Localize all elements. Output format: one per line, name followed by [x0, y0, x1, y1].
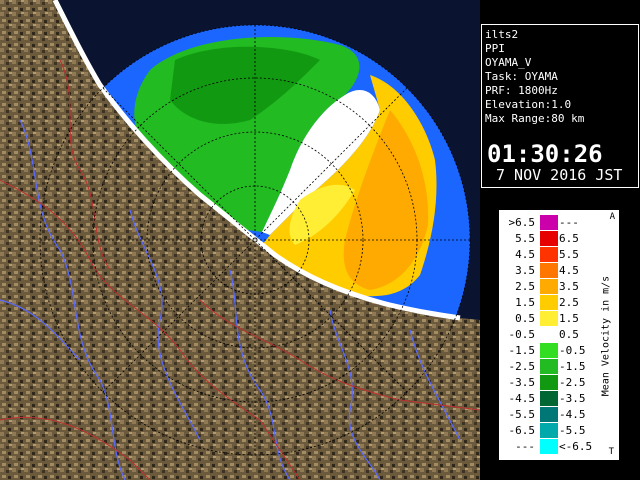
legend-color-swatch — [540, 247, 558, 262]
velocity-legend: Mean Velocity in m/s A T >6.5 --- 5.5 6.5 4.… — [499, 210, 619, 460]
legend-row: -5.5 -4.5 — [500, 407, 618, 422]
legend-low-value: --- — [515, 440, 535, 453]
legend-high-value: -5.5 — [559, 424, 586, 437]
legend-high-value: 6.5 — [559, 232, 579, 245]
legend-color-swatch — [540, 279, 558, 294]
legend-low-value: 2.5 — [515, 280, 535, 293]
legend-color-swatch — [540, 311, 558, 326]
legend-color-swatch — [540, 391, 558, 406]
legend-high-value: -1.5 — [559, 360, 586, 373]
legend-high-value: 5.5 — [559, 248, 579, 261]
time-display: 01:30:26 — [487, 140, 603, 168]
side-panel: ilts2 PPI OYAMA_V Task: OYAMA PRF: 1800H… — [480, 0, 640, 480]
legend-row: -6.5 -5.5 — [500, 423, 618, 438]
legend-color-swatch — [540, 327, 558, 342]
legend-row: -2.5 -1.5 — [500, 359, 618, 374]
legend-color-swatch — [540, 231, 558, 246]
info-elevation: Elevation:1.0 — [485, 98, 572, 111]
legend-high-value: 3.5 — [559, 280, 579, 293]
radar-ppi-display[interactable] — [0, 0, 480, 480]
legend-row: -3.5 -2.5 — [500, 375, 618, 390]
legend-row: 0.5 1.5 — [500, 311, 618, 326]
legend-row: 1.5 2.5 — [500, 295, 618, 310]
legend-low-value: >6.5 — [508, 216, 536, 229]
legend-low-value: -5.5 — [508, 408, 536, 421]
legend-row: >6.5 --- — [500, 215, 618, 230]
info-scan-type: PPI — [485, 42, 505, 55]
legend-high-value: 0.5 — [559, 328, 579, 341]
info-box: ilts2 PPI OYAMA_V Task: OYAMA PRF: 1800H… — [481, 24, 639, 188]
legend-row: -0.5 0.5 — [500, 327, 618, 342]
info-product: ilts2 — [485, 28, 519, 41]
legend-color-swatch — [540, 439, 558, 454]
legend-high-value: -2.5 — [559, 376, 586, 389]
info-task: Task: OYAMA — [485, 70, 558, 83]
legend-row: -4.5 -3.5 — [500, 391, 618, 406]
legend-low-value: -4.5 — [508, 392, 536, 405]
legend-color-swatch — [540, 295, 558, 310]
legend-high-value: 1.5 — [559, 312, 579, 325]
legend-high-value: 2.5 — [559, 296, 579, 309]
legend-row: 3.5 4.5 — [500, 263, 618, 278]
date-display: 7 NOV 2016 JST — [496, 166, 623, 184]
legend-low-value: -0.5 — [508, 328, 536, 341]
legend-low-value: -6.5 — [508, 424, 536, 437]
legend-high-value: -4.5 — [559, 408, 586, 421]
legend-low-value: -2.5 — [508, 360, 536, 373]
legend-color-swatch — [540, 343, 558, 358]
info-prf: PRF: 1800Hz — [485, 84, 558, 97]
legend-low-value: 4.5 — [515, 248, 535, 261]
legend-row: 4.5 5.5 — [500, 247, 618, 262]
legend-color-swatch — [540, 423, 558, 438]
legend-low-value: 3.5 — [515, 264, 535, 277]
legend-row: -1.5 -0.5 — [500, 343, 618, 358]
legend-row: 2.5 3.5 — [500, 279, 618, 294]
legend-row: 5.5 6.5 — [500, 231, 618, 246]
legend-high-value: 4.5 — [559, 264, 579, 277]
legend-low-value: 0.5 — [515, 312, 535, 325]
legend-high-value: --- — [559, 216, 579, 229]
legend-low-value: -3.5 — [508, 376, 536, 389]
info-radar-name: OYAMA_V — [485, 56, 532, 69]
legend-high-value: <-6.5 — [559, 440, 593, 453]
legend-color-swatch — [540, 359, 558, 374]
legend-color-swatch — [540, 263, 558, 278]
legend-high-value: -3.5 — [559, 392, 586, 405]
legend-row: --- <-6.5 — [500, 439, 618, 454]
legend-low-value: -1.5 — [508, 344, 536, 357]
legend-color-swatch — [540, 215, 558, 230]
legend-low-value: 1.5 — [515, 296, 535, 309]
legend-high-value: -0.5 — [559, 344, 586, 357]
legend-color-swatch — [540, 407, 558, 422]
legend-low-value: 5.5 — [515, 232, 535, 245]
radar-map — [0, 0, 480, 480]
legend-color-swatch — [540, 375, 558, 390]
info-max-range: Max Range:80 km — [485, 112, 585, 125]
